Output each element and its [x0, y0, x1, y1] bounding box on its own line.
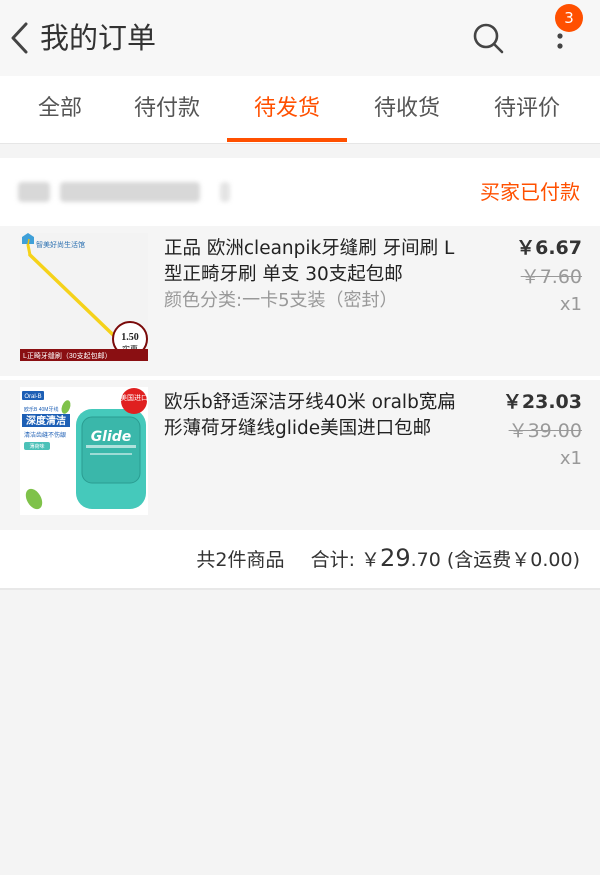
shop-icon-blurred	[18, 182, 50, 202]
badge-text-line1: 美国进口	[120, 393, 148, 402]
page-title: 我的订单	[40, 21, 157, 55]
thumb-caption-text: L正畸牙缝刷（30支起包邮）	[23, 351, 112, 360]
total-decimal: .70	[410, 549, 441, 571]
chevron-right-icon	[220, 182, 230, 202]
subline-text: 清洁齿缝不伤龈	[24, 431, 66, 439]
shop-label-text: 智美好尚生活馆	[36, 240, 85, 249]
order-card[interactable]: 买家已付款 智美好尚生活馆 1.50 实惠 L正畸牙缝刷（30支起包邮） 正品 …	[0, 158, 600, 590]
flavor-text: 薄荷味	[29, 443, 44, 450]
item-price: ￥23.03	[502, 391, 582, 413]
brand-text: Oral-B	[24, 394, 41, 400]
tab-all[interactable]: 全部	[0, 76, 120, 144]
order-summary: 共2件商品 合计: ￥29.70 (含运费￥0.00)	[196, 543, 580, 575]
product-thumbnail: Oral-B 欧乐B 40M牙线 深度清洁 清洁齿缝不伤龈 薄荷味 Glide …	[20, 387, 148, 515]
divider	[0, 588, 600, 590]
active-tab-indicator	[227, 138, 347, 142]
order-status-tabs: 全部 待付款 待发货 待收货 待评价	[0, 76, 600, 144]
tab-pending-shipment[interactable]: 待发货	[227, 76, 347, 144]
total-integer: 29	[380, 544, 411, 572]
app-header: 我的订单 3	[0, 0, 600, 76]
item-title: 正品 欧洲cleanpik牙缝刷 牙间刷 L型正畸牙刷 单支 30支起包邮	[164, 238, 455, 285]
item-quantity: x1	[559, 448, 582, 469]
order-item[interactable]: Oral-B 欧乐B 40M牙线 深度清洁 清洁齿缝不伤龈 薄荷味 Glide …	[0, 380, 600, 530]
item-original-price: ￥39.00	[508, 420, 582, 442]
tab-pending-payment[interactable]: 待付款	[107, 76, 227, 144]
shop-name-blurred	[60, 182, 200, 202]
order-status: 买家已付款	[480, 180, 580, 204]
item-price: ￥6.67	[516, 237, 582, 259]
price-tag-text: 1.50	[121, 332, 139, 343]
item-original-price: ￥7.60	[520, 266, 582, 288]
shop-row[interactable]: 买家已付款	[0, 158, 600, 226]
item-spec: 颜色分类:一卡5支装（密封）	[164, 290, 398, 311]
total-label: 合计: ￥	[310, 549, 381, 571]
notification-badge: 3	[555, 4, 583, 32]
item-count: 共2件商品	[196, 549, 285, 571]
item-quantity: x1	[559, 294, 582, 315]
tab-pending-receipt[interactable]: 待收货	[347, 76, 467, 144]
order-item[interactable]: 智美好尚生活馆 1.50 实惠 L正畸牙缝刷（30支起包邮） 正品 欧洲clea…	[0, 226, 600, 376]
headline-text: 深度清洁	[26, 414, 66, 427]
tab-pending-review[interactable]: 待评价	[467, 76, 587, 144]
thumb-small-text: 欧乐B 40M牙线	[24, 406, 58, 413]
search-icon[interactable]	[468, 18, 508, 58]
product-name-text: Glide	[91, 429, 132, 445]
product-thumbnail: 智美好尚生活馆 1.50 实惠 L正畸牙缝刷（30支起包邮）	[20, 233, 148, 361]
back-arrow-icon[interactable]	[6, 18, 34, 58]
shipping-fee: (含运费￥0.00)	[446, 549, 580, 571]
item-title: 欧乐b舒适深洁牙线40米 oralb宽扁形薄荷牙缝线glide美国进口包邮	[164, 392, 456, 439]
